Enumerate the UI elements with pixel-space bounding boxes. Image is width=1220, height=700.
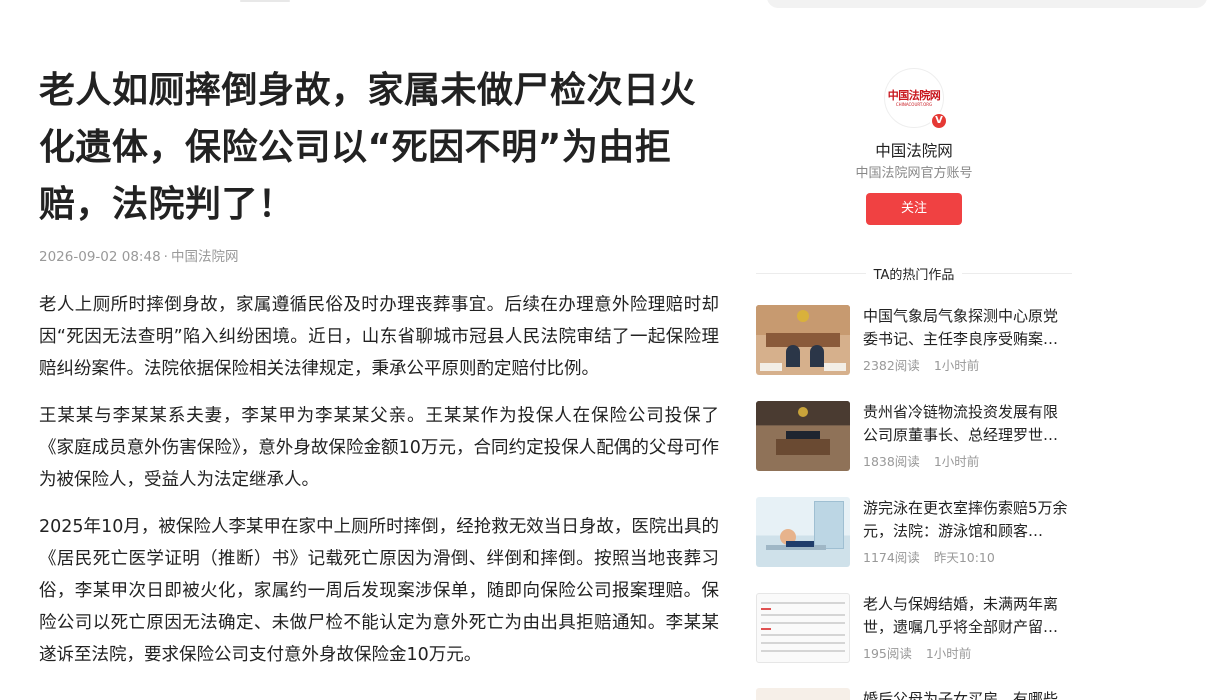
publish-time: 1小时前 bbox=[925, 646, 972, 661]
locker-room-illustration-thumbnail[interactable] bbox=[756, 497, 850, 567]
hot-work-item[interactable]: 游完泳在更衣室摔伤索赔5万余元，法院：游泳馆和顾客… 1174阅读 昨天10:10 bbox=[756, 497, 1072, 568]
court-emblem-icon bbox=[797, 310, 809, 322]
partial-thumbnail[interactable] bbox=[756, 688, 850, 700]
article: 老人如厕摔倒身故，家属未做尸检次日火化遗体，保险公司以“死因不明”为由拒赔，法院… bbox=[39, 62, 719, 686]
hot-works-heading: TA的热门作品 bbox=[873, 267, 955, 283]
hot-work-title[interactable]: 中国气象局气象探测中心原党委书记、主任李良序受贿案… bbox=[863, 305, 1072, 351]
search-bar[interactable] bbox=[767, 0, 1207, 8]
read-count: 2382阅读 bbox=[863, 358, 920, 373]
hot-work-title[interactable]: 贵州省冷链物流投资发展有限公司原董事长、总经理罗世… bbox=[863, 401, 1072, 447]
article-body: 老人上厕所时摔倒身故，家属遵循民俗及时办理丧葬事宜。后续在办理意外险理赔时却因“… bbox=[39, 289, 719, 671]
publish-date: 2026-09-02 08:48 bbox=[39, 249, 161, 265]
article-meta: 2026-09-02 08:48 · 中国法院网 bbox=[39, 247, 719, 267]
author-description: 中国法院网官方账号 bbox=[855, 166, 973, 181]
divider-line bbox=[756, 272, 866, 274]
verified-badge-icon: V bbox=[930, 112, 948, 130]
read-count: 1838阅读 bbox=[863, 454, 920, 469]
hot-work-meta: 2382阅读 1小时前 bbox=[863, 357, 1072, 375]
hot-work-title[interactable]: 老人与保姆结婚，未满两年离世，遗嘱几乎将全部财产留… bbox=[863, 593, 1072, 639]
hot-works-list: 中国气象局气象探测中心原党委书记、主任李良序受贿案… 2382阅读 1小时前 贵州… bbox=[756, 305, 1072, 689]
hot-work-title[interactable]: 婚后父母为子女买房，有哪些 bbox=[863, 688, 1058, 700]
divider-line bbox=[962, 272, 1073, 274]
avatar-logo-subtext: CHINACOURT.ORG bbox=[895, 101, 933, 107]
hot-works-header: TA的热门作品 bbox=[756, 262, 1073, 284]
courtroom-trial-thumbnail[interactable] bbox=[756, 305, 850, 375]
read-count: 1174阅读 bbox=[863, 550, 920, 565]
hot-work-meta: 1838阅读 1小时前 bbox=[863, 453, 1072, 471]
follow-button[interactable]: 关注 bbox=[866, 193, 962, 225]
read-count: 195阅读 bbox=[863, 646, 912, 661]
hot-work-item[interactable]: 老人与保姆结婚，未满两年离世，遗嘱几乎将全部财产留… 195阅读 1小时前 bbox=[756, 593, 1072, 664]
publish-time: 昨天10:10 bbox=[933, 550, 995, 565]
article-title: 老人如厕摔倒身故，家属未做尸检次日火化遗体，保险公司以“死因不明”为由拒赔，法院… bbox=[39, 70, 697, 225]
publish-time: 1小时前 bbox=[933, 358, 980, 373]
hot-work-meta: 195阅读 1小时前 bbox=[863, 645, 1072, 663]
author-card: 中国法院网 CHINACOURT.ORG V 中国法院网 中国法院网官方账号 关… bbox=[756, 68, 1072, 225]
article-paragraph: 老人上厕所时摔倒身故，家属遵循民俗及时办理丧葬事宜。后续在办理意外险理赔时却因“… bbox=[39, 295, 719, 379]
meta-separator: · bbox=[163, 249, 168, 265]
hot-work-item[interactable]: 中国气象局气象探测中心原党委书记、主任李良序受贿案… 2382阅读 1小时前 bbox=[756, 305, 1072, 376]
courtroom-wide-thumbnail[interactable] bbox=[756, 401, 850, 471]
article-paragraph: 2025年10月，被保险人李某甲在家中上厕所时摔倒，经抢救无效当日身故，医院出具… bbox=[39, 517, 719, 665]
avatar-logo-text: 中国法院网 bbox=[887, 88, 941, 102]
article-paragraph: 王某某与李某某系夫妻，李某甲为李某某父亲。王某某作为投保人在保险公司投保了《家庭… bbox=[39, 406, 719, 490]
publish-time: 1小时前 bbox=[933, 454, 980, 469]
hot-work-title[interactable]: 游完泳在更衣室摔伤索赔5万余元，法院：游泳馆和顾客… bbox=[863, 497, 1072, 543]
document-table-thumbnail[interactable] bbox=[756, 593, 850, 663]
hot-work-item[interactable]: 贵州省冷链物流投资发展有限公司原董事长、总经理罗世… 1838阅读 1小时前 bbox=[756, 401, 1072, 472]
hot-work-item-partial[interactable]: 婚后父母为子女买房，有哪些 bbox=[756, 688, 1072, 700]
article-source-link[interactable]: 中国法院网 bbox=[171, 249, 239, 265]
author-name[interactable]: 中国法院网 bbox=[756, 140, 1072, 162]
hot-work-meta: 1174阅读 昨天10:10 bbox=[863, 549, 1072, 567]
court-emblem-icon bbox=[798, 407, 808, 417]
author-avatar[interactable]: 中国法院网 CHINACOURT.ORG V bbox=[884, 68, 948, 130]
top-nav-stub bbox=[240, 0, 290, 2]
